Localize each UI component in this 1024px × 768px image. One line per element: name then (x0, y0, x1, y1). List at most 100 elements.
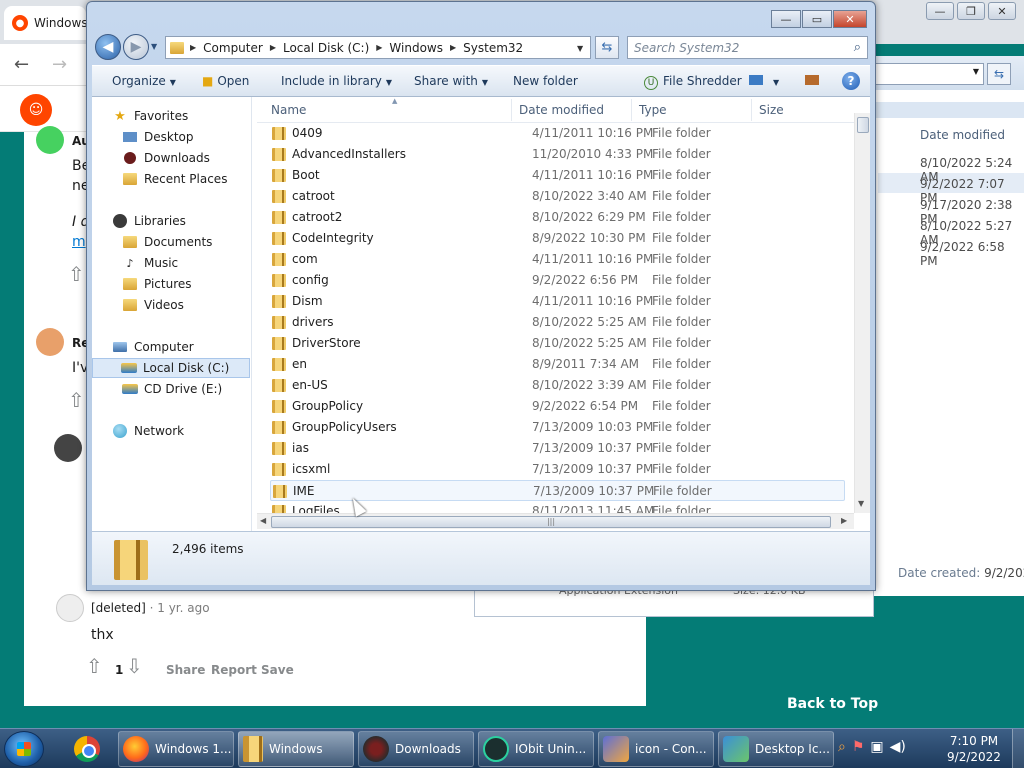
nav-recent-places[interactable]: Recent Places (92, 169, 250, 189)
column-size[interactable]: Size (759, 103, 784, 117)
include-in-library-button[interactable]: Include in library ▼ (281, 74, 392, 88)
avatar[interactable] (36, 328, 64, 356)
bg-close-icon[interactable]: ✕ (988, 2, 1016, 20)
chevron-right-icon[interactable]: ▶ (270, 43, 276, 52)
downvote-icon[interactable]: ⇩ (126, 654, 143, 678)
nav-music[interactable]: ♪ Music (92, 253, 250, 273)
nav-favorites[interactable]: ★ Favorites (92, 106, 250, 126)
search-icon[interactable]: ⌕ (854, 40, 861, 55)
scroll-right-icon[interactable]: ▶ (841, 516, 847, 525)
table-row[interactable]: GroupPolicyUsers 7/13/2009 10:03 PM File f… (270, 417, 845, 438)
nav-downloads[interactable]: Downloads (92, 148, 250, 168)
breadcrumb-windows[interactable]: Windows (389, 41, 443, 55)
volume-icon[interactable]: ◀) (890, 739, 906, 755)
search-icon[interactable]: ⌕ (838, 739, 846, 755)
browser-forward-icon[interactable]: → (52, 54, 67, 75)
table-row[interactable]: 0409 4/11/2011 10:16 PM File folder (270, 123, 845, 144)
column-date-modified[interactable]: Date modified (519, 103, 604, 117)
chrome-pinned-button[interactable] (64, 731, 110, 767)
scroll-down-icon[interactable]: ▼ (858, 499, 864, 508)
vertical-scrollbar[interactable]: ▼ (854, 113, 870, 513)
table-row[interactable]: Dism 4/11/2011 10:16 PM File folder (270, 291, 845, 312)
taskbar-button[interactable]: Windows 1... (118, 731, 234, 767)
nav-network[interactable]: Network (92, 421, 250, 441)
reddit-logo-icon[interactable]: ☺ (20, 94, 52, 126)
address-bar[interactable]: ▶ Computer ▶ Local Disk (C:) ▶ Windows ▶… (165, 36, 591, 59)
start-button[interactable] (4, 731, 44, 767)
bg-restore-icon[interactable]: ❐ (957, 2, 985, 20)
maximize-icon[interactable]: ▭ (802, 10, 832, 28)
refresh-icon[interactable]: ⇆ (987, 63, 1011, 85)
clock[interactable]: 7:10 PM 9/2/2022 (944, 733, 1004, 765)
table-row[interactable]: catroot2 8/10/2022 6:29 PM File folder (270, 207, 845, 228)
table-row[interactable]: com 4/11/2011 10:16 PM File folder (270, 249, 845, 270)
taskbar-button[interactable]: IObit Unin... (478, 731, 594, 767)
taskbar-button[interactable]: Desktop Ic... (718, 731, 834, 767)
minimize-icon[interactable]: — (771, 10, 801, 28)
nav-libraries[interactable]: Libraries (92, 211, 250, 231)
preview-pane-button[interactable] (805, 74, 819, 88)
report-button[interactable]: Report (211, 663, 257, 677)
refresh-button[interactable]: ⇆ (595, 36, 619, 59)
comment-link[interactable]: m (72, 234, 86, 250)
recent-pages-chevron-icon[interactable]: ▼ (151, 42, 157, 51)
table-row[interactable]: CodeIntegrity 8/9/2022 10:30 PM File folde… (270, 228, 845, 249)
chevron-right-icon[interactable]: ▶ (376, 43, 382, 52)
background-column-header[interactable]: Date modified (920, 128, 1005, 142)
column-type[interactable]: Type (639, 103, 667, 117)
taskbar-button[interactable]: Downloads (358, 731, 474, 767)
network-icon[interactable]: ▣ (870, 739, 883, 755)
breadcrumb-system32[interactable]: System32 (463, 41, 523, 55)
table-row[interactable]: catroot 8/10/2022 3:40 AM File folder (270, 186, 845, 207)
background-address-bar[interactable]: ▼ (874, 63, 984, 85)
table-row[interactable]: icsxml 7/13/2009 10:37 PM File folder (270, 459, 845, 480)
table-row[interactable]: en 8/9/2011 7:34 AM File folder (270, 354, 845, 375)
new-folder-button[interactable]: New folder (513, 74, 578, 88)
breadcrumb-local-disk[interactable]: Local Disk (C:) (283, 41, 369, 55)
help-icon[interactable]: ? (842, 72, 860, 90)
upvote-icon[interactable]: ⇧ (68, 388, 85, 412)
search-input[interactable]: Search System32 ⌕ (627, 36, 868, 59)
nav-videos[interactable]: Videos (92, 295, 250, 315)
nav-documents[interactable]: Documents (92, 232, 250, 252)
avatar[interactable] (54, 434, 82, 462)
nav-pictures[interactable]: Pictures (92, 274, 250, 294)
nav-local-disk[interactable]: Local Disk (C:) (92, 358, 250, 378)
horizontal-scrollbar[interactable]: ◀ ||| ▶ (257, 513, 854, 529)
open-button[interactable]: ■ Open (202, 74, 249, 88)
share-button[interactable]: Share (166, 663, 205, 677)
nav-cd-drive[interactable]: CD Drive (E:) (92, 379, 250, 399)
organize-button[interactable]: Organize ▼ (112, 74, 176, 88)
table-row[interactable]: Boot 4/11/2011 10:16 PM File folder (270, 165, 845, 186)
table-row[interactable]: DriverStore 8/10/2022 5:25 AM File folder (270, 333, 845, 354)
address-dropdown-icon[interactable]: ▼ (577, 44, 583, 53)
upvote-icon[interactable]: ⇧ (68, 262, 85, 286)
browser-tab[interactable]: ● Windows 1 (4, 6, 86, 40)
share-with-button[interactable]: Share with ▼ (414, 74, 488, 88)
table-row[interactable]: GroupPolicy 9/2/2022 6:54 PM File folder (270, 396, 845, 417)
horizontal-scroll-thumb[interactable]: ||| (271, 516, 831, 528)
table-row[interactable]: AdvancedInstallers 11/20/2010 4:33 PM File… (270, 144, 845, 165)
show-desktop-button[interactable] (1012, 729, 1024, 768)
forward-button[interactable]: ▶ (123, 34, 149, 60)
nav-computer[interactable]: Computer (92, 337, 250, 357)
table-row[interactable]: config 9/2/2022 6:56 PM File folder (270, 270, 845, 291)
file-shredder-button[interactable]: U File Shredder (644, 74, 742, 90)
chevron-right-icon[interactable]: ▶ (450, 43, 456, 52)
table-row[interactable]: en-US 8/10/2022 3:39 AM File folder (270, 375, 845, 396)
back-to-top-link[interactable]: Back to Top (787, 696, 878, 712)
table-row[interactable]: ias 7/13/2009 10:37 PM File folder (270, 438, 845, 459)
save-button[interactable]: Save (261, 663, 294, 677)
avatar[interactable] (36, 126, 64, 154)
browser-back-icon[interactable]: ← (14, 54, 29, 75)
breadcrumb-computer[interactable]: Computer (203, 41, 263, 55)
table-row[interactable]: drivers 8/10/2022 5:25 AM File folder (270, 312, 845, 333)
close-icon[interactable]: ✕ (833, 10, 867, 28)
upvote-icon[interactable]: ⇧ (86, 654, 103, 678)
taskbar-button[interactable]: Windows (238, 731, 354, 767)
action-center-icon[interactable]: ⚑ (852, 739, 865, 755)
chevron-down-icon[interactable]: ▼ (973, 67, 979, 76)
scroll-left-icon[interactable]: ◀ (260, 516, 266, 525)
nav-desktop[interactable]: Desktop (92, 127, 250, 147)
change-view-button[interactable]: ▼ (749, 74, 779, 88)
